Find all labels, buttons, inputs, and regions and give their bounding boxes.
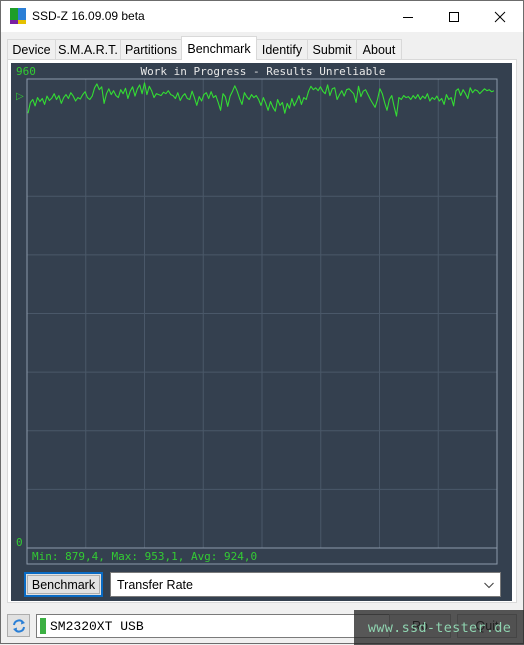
current-value-marker-icon: ▷: [16, 91, 24, 102]
benchmark-stats: Min: 879,4, Max: 953,1, Avg: 924,0: [32, 550, 258, 563]
benchmark-button[interactable]: Benchmark: [24, 572, 103, 597]
benchmark-mode-select[interactable]: Transfer Rate: [110, 572, 501, 597]
refresh-button[interactable]: [7, 614, 30, 637]
benchmark-chart: [26, 78, 498, 565]
y-axis-min-label: 0: [16, 536, 23, 549]
chart-title: Work in Progress - Results Unreliable: [140, 65, 386, 78]
benchmark-mode-value: Transfer Rate: [117, 577, 193, 592]
y-axis-max-label: 960: [16, 65, 36, 78]
app-window: SSD-Z 16.09.09 beta Device S.M.A.R.T. Pa…: [0, 0, 524, 645]
watermark: www.ssd-tester.de: [354, 610, 524, 645]
drive-status-led: [40, 618, 46, 634]
drive-name: SM2320XT USB: [50, 619, 144, 634]
benchmark-button-label: Benchmark: [31, 577, 96, 592]
refresh-icon: [12, 618, 25, 633]
transfer-rate-series-line: [27, 82, 495, 117]
tab-benchmark[interactable]: Benchmark: [181, 36, 257, 60]
chevron-down-icon: [484, 582, 494, 589]
